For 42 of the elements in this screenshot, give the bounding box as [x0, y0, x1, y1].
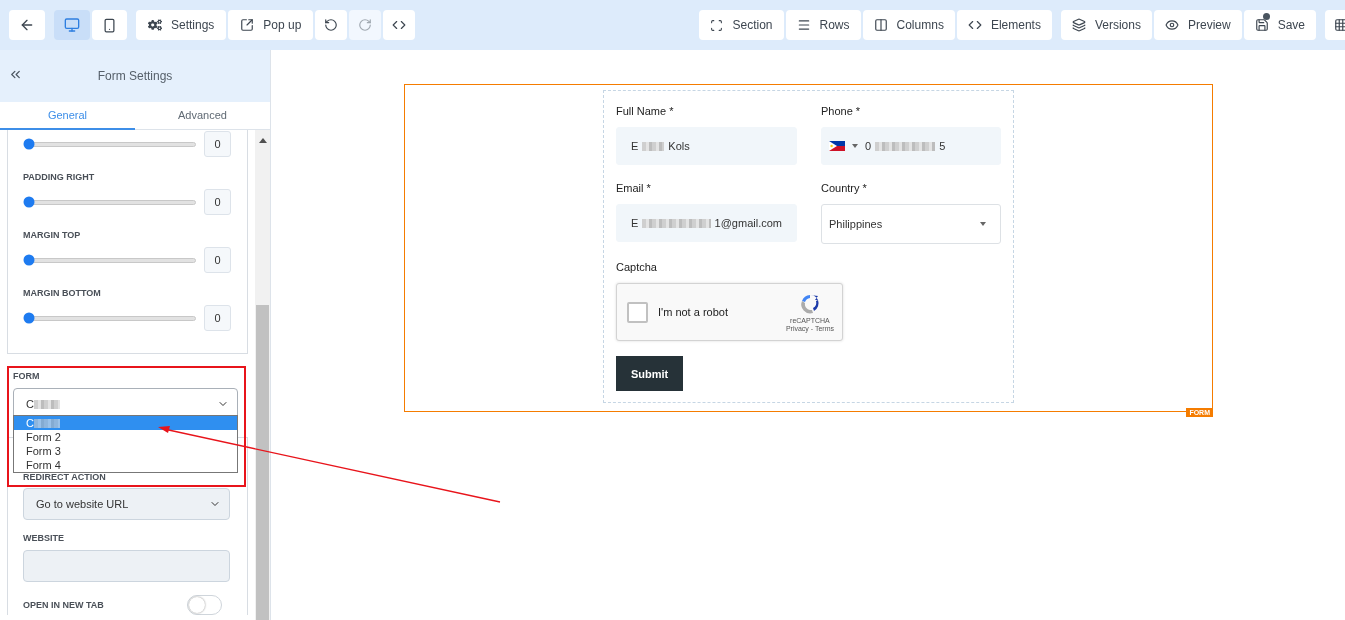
field-label: Email *: [616, 181, 652, 196]
tab[interactable]: General: [0, 102, 135, 130]
number-field[interactable]: 0: [204, 247, 231, 273]
country-select[interactable]: Philippines: [821, 204, 1001, 244]
setting-label: WEBSITE: [23, 532, 65, 544]
text-field[interactable]: E 1@gmail.com: [616, 204, 797, 242]
setting-label: REDIRECT ACTION: [23, 471, 107, 483]
redirect-select[interactable]: Go to website URL: [23, 488, 230, 520]
field-label: Country *: [821, 181, 868, 196]
toolbar-button[interactable]: Versions: [1060, 10, 1152, 40]
setting-label: FORM: [13, 370, 41, 382]
setting-label: MARGIN BOTTOM: [23, 287, 102, 299]
number-field[interactable]: 0: [204, 305, 231, 331]
field-value-text: 1@gmail.com: [714, 217, 782, 229]
select-value-text: C: [26, 398, 34, 410]
toolbar-button[interactable]: Elements: [956, 10, 1052, 40]
field-value-text: 0: [865, 140, 872, 152]
field-label: Phone *: [821, 104, 862, 119]
field-label: Captcha: [616, 260, 658, 275]
toolbar-button[interactable]: Preview: [1153, 10, 1242, 40]
field-value-text: E: [631, 140, 639, 152]
captcha-text: I'm not a robot: [658, 306, 729, 318]
toolbar-button[interactable]: Rows: [785, 10, 861, 40]
field-value-text: E: [631, 217, 639, 229]
tab[interactable]: Advanced: [135, 102, 270, 130]
setting-label: OPEN IN NEW TAB: [23, 599, 104, 611]
phone-field[interactable]: 0 5: [821, 127, 1001, 165]
submit-button[interactable]: Submit: [616, 356, 684, 391]
setting-label: MARGIN TOP: [23, 229, 82, 241]
toolbar-button[interactable]: Section: [699, 10, 784, 40]
toolbar-button[interactable]: Settings: [136, 10, 227, 40]
toolbar-button[interactable]: Columns: [862, 10, 955, 40]
number-field[interactable]: 0: [204, 131, 231, 157]
field-value-text: Kols: [668, 140, 690, 152]
field-label: Full Name *: [616, 104, 675, 119]
toolbar-button[interactable]: Pop up: [228, 10, 314, 40]
text-field[interactable]: E Kols: [616, 127, 797, 165]
number-field[interactable]: 0: [204, 189, 231, 215]
field-value-text: 5: [939, 140, 946, 152]
panel-title: Form Settings: [97, 69, 173, 83]
setting-label: PADDING RIGHT: [23, 171, 96, 183]
toolbar-button[interactable]: Save: [1243, 10, 1316, 40]
